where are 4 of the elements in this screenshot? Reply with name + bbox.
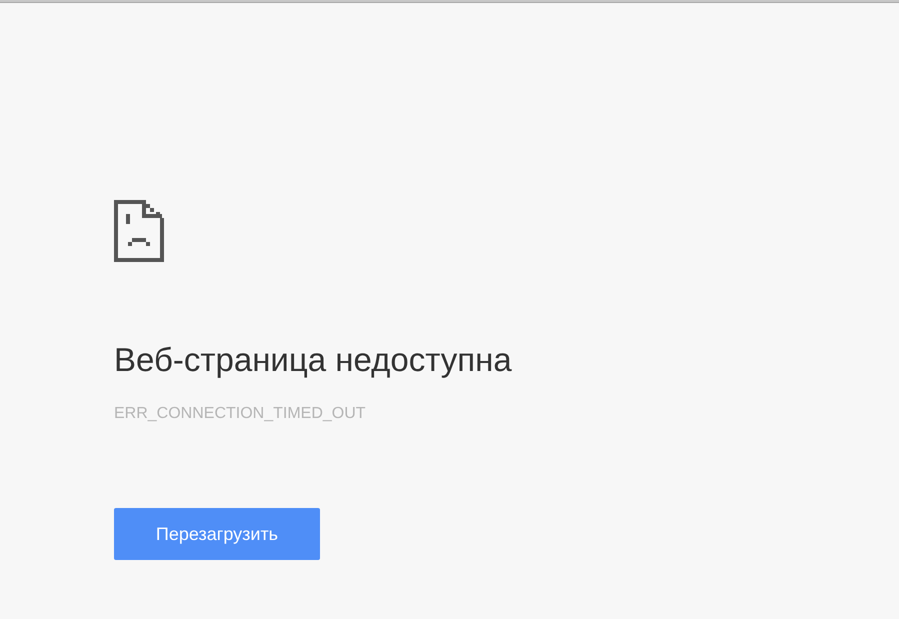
- sad-page-icon: [114, 198, 164, 262]
- reload-button[interactable]: Перезагрузить: [114, 508, 320, 560]
- error-code: ERR_CONNECTION_TIMED_OUT: [114, 404, 366, 424]
- error-heading: Веб-страница недоступна: [114, 340, 512, 380]
